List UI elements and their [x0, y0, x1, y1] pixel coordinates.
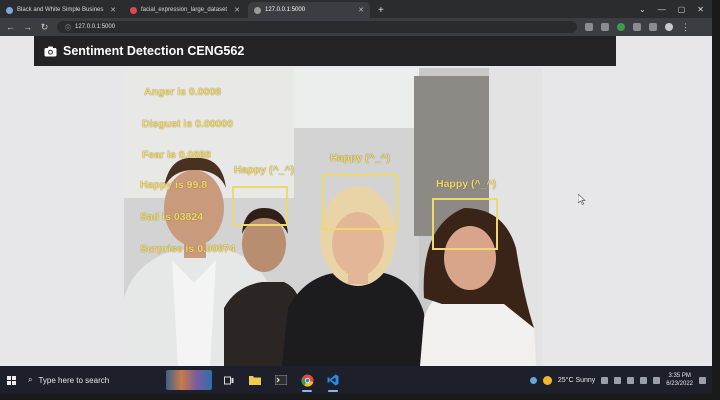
- url-input[interactable]: ⓘ 127.0.0.1:5000: [57, 21, 577, 33]
- face-label: Happy (^_^): [330, 152, 391, 164]
- emotion-surprise-label: Surprise is 0.00874: [140, 243, 236, 255]
- back-arrow-icon[interactable]: ←: [6, 22, 15, 32]
- tab-favicon-icon: [6, 6, 13, 14]
- puzzle-icon[interactable]: [633, 23, 641, 31]
- share-icon[interactable]: [585, 23, 593, 31]
- globe-icon: [254, 6, 261, 14]
- network-icon[interactable]: [627, 376, 635, 384]
- face-label: Happy (^_^): [436, 178, 497, 190]
- browser-tab-3[interactable]: 127.0.0.1:5000 ✕: [248, 2, 370, 18]
- start-button[interactable]: [0, 375, 22, 385]
- taskbar: ⌕ Type here to search 25°C Sunny 3:35 PM…: [0, 366, 712, 394]
- info-icon: ⓘ: [65, 25, 72, 32]
- face-label: Happy (^_^): [234, 164, 295, 176]
- close-icon[interactable]: ✕: [234, 6, 240, 14]
- file-explorer-icon[interactable]: [246, 366, 264, 394]
- taskbar-search-box[interactable]: ⌕ Type here to search: [22, 366, 152, 394]
- close-icon[interactable]: ✕: [110, 6, 116, 14]
- windows-logo-icon: [6, 375, 16, 385]
- search-highlight-image[interactable]: [166, 370, 212, 390]
- close-icon[interactable]: ✕: [358, 6, 364, 14]
- sun-icon: [542, 375, 552, 385]
- chevron-up-icon[interactable]: [614, 376, 622, 384]
- mouse-cursor-icon: [578, 194, 586, 205]
- cloud-icon[interactable]: [601, 376, 609, 384]
- emotion-anger-label: Anger is 0.0008: [144, 86, 222, 98]
- notification-icon[interactable]: [699, 376, 706, 384]
- tab-label: facial_expression_large_dataset: [141, 7, 228, 13]
- terminal-icon[interactable]: [272, 366, 290, 394]
- emotion-happy-label: Happy is 99.8: [140, 179, 208, 191]
- app-tray-icon[interactable]: [529, 376, 537, 384]
- forward-arrow-icon[interactable]: →: [23, 22, 32, 32]
- battery-icon[interactable]: [653, 376, 661, 384]
- face-bounding-box: [232, 186, 288, 226]
- search-icon: ⌕: [28, 375, 33, 384]
- weather-text[interactable]: 25°C Sunny: [558, 377, 595, 384]
- address-bar: ← → ↻ ⓘ 127.0.0.1:5000 ⋮: [0, 18, 712, 36]
- camera-icon: [44, 46, 57, 56]
- video-feed: Anger is 0.0008 Disgust is 0.00000 Fear …: [124, 68, 542, 366]
- close-window-icon[interactable]: ✕: [697, 5, 704, 14]
- emotion-disgust-label: Disgust is 0.00000: [142, 118, 234, 130]
- vscode-icon[interactable]: [324, 366, 342, 394]
- emotion-fear-label: Fear is 0.0888: [142, 149, 211, 161]
- emotion-sad-label: Sad is 03824: [140, 211, 204, 223]
- web-page: Sentiment Detection CENG562 Anger is 0.0…: [0, 36, 712, 366]
- menu-kebab-icon[interactable]: ⋮: [681, 22, 690, 33]
- face-bounding-box: [322, 174, 398, 230]
- volume-icon[interactable]: [640, 376, 648, 384]
- chrome-icon[interactable]: [298, 366, 316, 394]
- sidebar-icon[interactable]: [649, 23, 657, 31]
- extension-icon[interactable]: [617, 23, 625, 31]
- chevron-down-icon[interactable]: ⌄: [639, 5, 646, 14]
- tab-label: 127.0.0.1:5000: [265, 7, 306, 13]
- clock[interactable]: 3:35 PM 6/23/2022: [666, 372, 693, 388]
- task-view-icon[interactable]: [220, 366, 238, 394]
- minimize-icon[interactable]: —: [658, 5, 666, 14]
- tab-label: Black and White Simple Busines: [17, 7, 104, 13]
- face-bounding-box: [432, 198, 498, 250]
- system-tray: 25°C Sunny 3:35 PM 6/23/2022: [529, 372, 712, 388]
- reload-icon[interactable]: ↻: [40, 22, 49, 33]
- url-text: 127.0.0.1:5000: [75, 24, 116, 30]
- tab-favicon-icon: [130, 6, 137, 14]
- maximize-icon[interactable]: ▢: [678, 5, 686, 14]
- app-navbar: Sentiment Detection CENG562: [34, 36, 616, 66]
- window-controls: ⌄ — ▢ ✕: [631, 5, 712, 18]
- browser-tab-2[interactable]: facial_expression_large_dataset ✕: [124, 2, 246, 18]
- avatar[interactable]: [665, 23, 673, 31]
- new-tab-button[interactable]: +: [372, 5, 390, 18]
- time-text: 3:35 PM: [668, 373, 691, 379]
- date-text: 6/23/2022: [666, 381, 693, 387]
- projected-screen: Black and White Simple Busines ✕ facial_…: [0, 0, 712, 394]
- page-title: Sentiment Detection CENG562: [63, 44, 245, 58]
- browser-tab-strip: Black and White Simple Busines ✕ facial_…: [0, 0, 712, 18]
- browser-tab-1[interactable]: Black and White Simple Busines ✕: [0, 2, 122, 18]
- search-placeholder: Type here to search: [38, 375, 110, 385]
- star-icon[interactable]: [601, 23, 609, 31]
